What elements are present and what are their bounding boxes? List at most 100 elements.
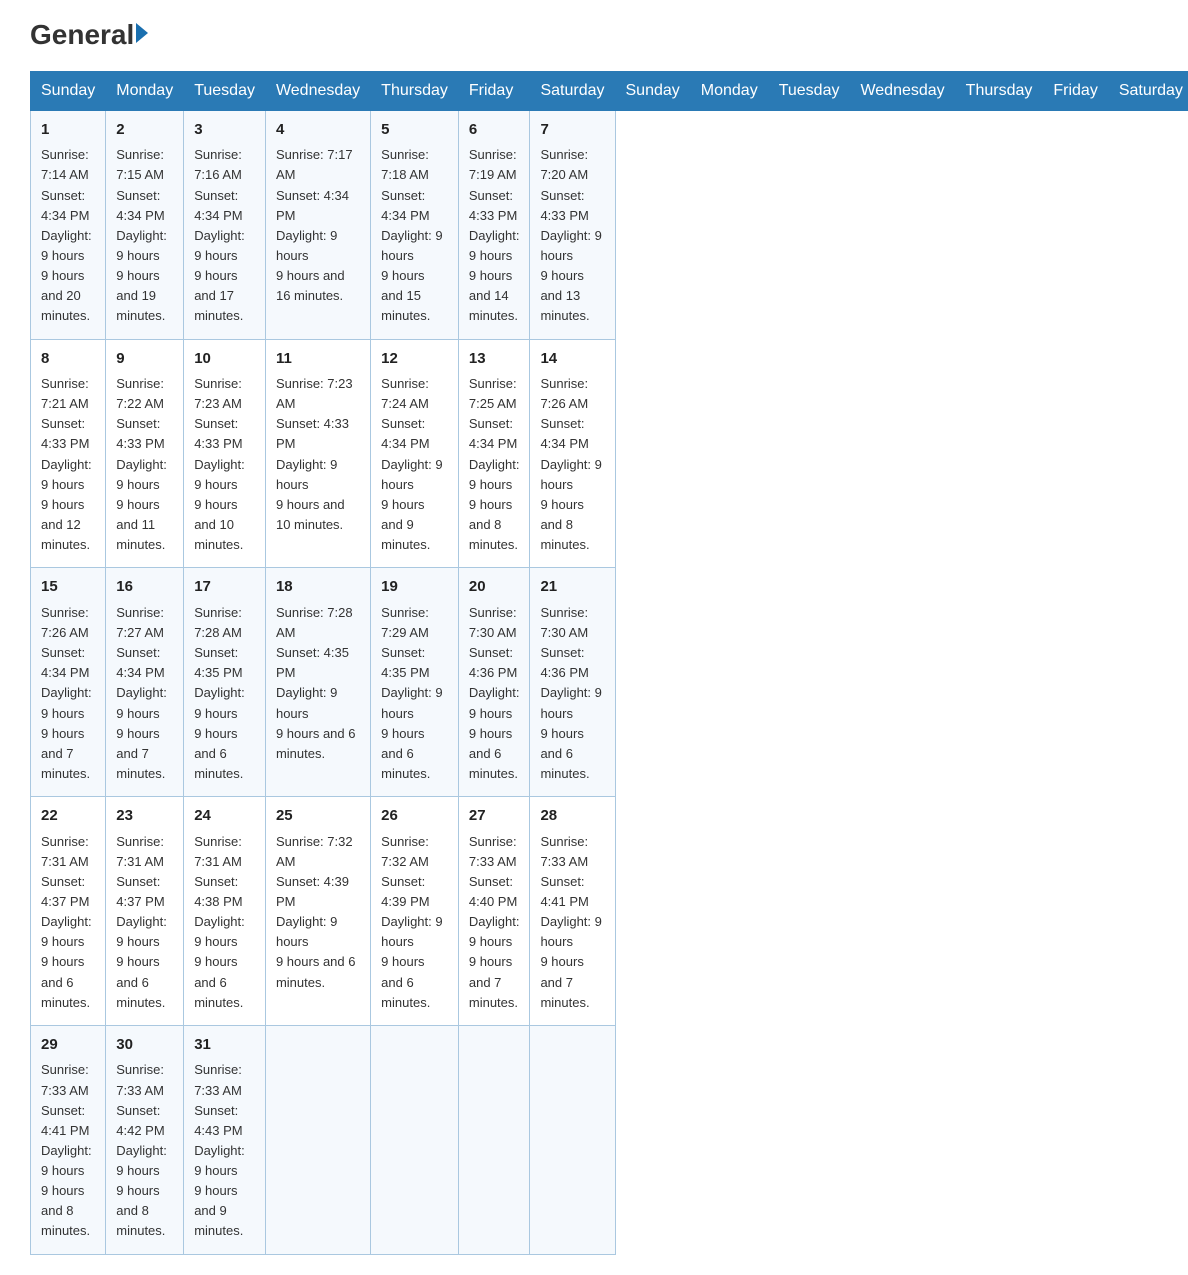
calendar-table: SundayMondayTuesdayWednesdayThursdayFrid… — [30, 71, 1188, 1255]
day-cell: 14 Sunrise: 7:26 AMSunset: 4:34 PMDayligh… — [530, 339, 615, 568]
day-cell: 31 Sunrise: 7:33 AMSunset: 4:43 PMDayligh… — [184, 1025, 266, 1254]
day-number: 31 — [194, 1034, 255, 1057]
day-number: 1 — [41, 119, 95, 142]
day-cell: 24 Sunrise: 7:31 AMSunset: 4:38 PMDayligh… — [184, 797, 266, 1026]
day-cell: 20 Sunrise: 7:30 AMSunset: 4:36 PMDayligh… — [458, 568, 530, 797]
day-info: Sunrise: 7:30 AMSunset: 4:36 PMDaylight:… — [540, 603, 604, 784]
day-number: 21 — [540, 576, 604, 599]
day-number: 27 — [469, 805, 520, 828]
day-info: Sunrise: 7:33 AMSunset: 4:42 PMDaylight:… — [116, 1060, 173, 1241]
day-number: 4 — [276, 119, 360, 142]
logo-arrow-icon — [136, 23, 148, 43]
day-info: Sunrise: 7:16 AMSunset: 4:34 PMDaylight:… — [194, 145, 255, 326]
day-cell: 9 Sunrise: 7:22 AMSunset: 4:33 PMDaylight… — [106, 339, 184, 568]
day-info: Sunrise: 7:33 AMSunset: 4:41 PMDaylight:… — [540, 832, 604, 1013]
col-header-sunday: Sunday — [615, 71, 690, 110]
week-row-5: 29 Sunrise: 7:33 AMSunset: 4:41 PMDayligh… — [31, 1025, 1188, 1254]
day-number: 12 — [381, 348, 448, 371]
week-row-3: 15 Sunrise: 7:26 AMSunset: 4:34 PMDayligh… — [31, 568, 1188, 797]
day-number: 3 — [194, 119, 255, 142]
day-number: 9 — [116, 348, 173, 371]
day-number: 7 — [540, 119, 604, 142]
day-number: 14 — [540, 348, 604, 371]
day-info: Sunrise: 7:15 AMSunset: 4:34 PMDaylight:… — [116, 145, 173, 326]
day-info: Sunrise: 7:26 AMSunset: 4:34 PMDaylight:… — [41, 603, 95, 784]
day-cell: 5Sunrise: 7:18 AMSunset: 4:34 PMDaylight… — [371, 110, 459, 339]
day-info: Sunrise: 7:29 AMSunset: 4:35 PMDaylight:… — [381, 603, 448, 784]
day-number: 16 — [116, 576, 173, 599]
day-info: Sunrise: 7:33 AMSunset: 4:43 PMDaylight:… — [194, 1060, 255, 1241]
logo-general: General — [30, 20, 134, 51]
day-info: Sunrise: 7:28 AMSunset: 4:35 PMDaylight:… — [276, 603, 360, 764]
col-header-thursday: Thursday — [955, 71, 1043, 110]
col-header-wednesday: Wednesday — [265, 71, 370, 110]
col-header-friday: Friday — [458, 71, 530, 110]
day-number: 29 — [41, 1034, 95, 1057]
day-cell — [265, 1025, 370, 1254]
col-header-tuesday: Tuesday — [768, 71, 850, 110]
day-info: Sunrise: 7:32 AMSunset: 4:39 PMDaylight:… — [381, 832, 448, 1013]
day-info: Sunrise: 7:33 AMSunset: 4:41 PMDaylight:… — [41, 1060, 95, 1241]
day-info: Sunrise: 7:30 AMSunset: 4:36 PMDaylight:… — [469, 603, 520, 784]
day-info: Sunrise: 7:27 AMSunset: 4:34 PMDaylight:… — [116, 603, 173, 784]
day-info: Sunrise: 7:24 AMSunset: 4:34 PMDaylight:… — [381, 374, 448, 555]
day-info: Sunrise: 7:32 AMSunset: 4:39 PMDaylight:… — [276, 832, 360, 993]
day-number: 15 — [41, 576, 95, 599]
day-number: 11 — [276, 348, 360, 371]
day-cell — [530, 1025, 615, 1254]
day-cell: 23 Sunrise: 7:31 AMSunset: 4:37 PMDayligh… — [106, 797, 184, 1026]
day-number: 13 — [469, 348, 520, 371]
day-number: 2 — [116, 119, 173, 142]
day-cell: 16 Sunrise: 7:27 AMSunset: 4:34 PMDayligh… — [106, 568, 184, 797]
day-cell: 12 Sunrise: 7:24 AMSunset: 4:34 PMDayligh… — [371, 339, 459, 568]
day-cell: 11 Sunrise: 7:23 AMSunset: 4:33 PMDayligh… — [265, 339, 370, 568]
week-row-1: 1 Sunrise: 7:14 AMSunset: 4:34 PMDaylight… — [31, 110, 1188, 339]
day-info: Sunrise: 7:31 AMSunset: 4:38 PMDaylight:… — [194, 832, 255, 1013]
day-info: Sunrise: 7:22 AMSunset: 4:33 PMDaylight:… — [116, 374, 173, 555]
day-info: Sunrise: 7:25 AMSunset: 4:34 PMDaylight:… — [469, 374, 520, 555]
day-number: 22 — [41, 805, 95, 828]
day-number: 18 — [276, 576, 360, 599]
day-cell: 25 Sunrise: 7:32 AMSunset: 4:39 PMDayligh… — [265, 797, 370, 1026]
col-header-saturday: Saturday — [1108, 71, 1188, 110]
week-row-2: 8 Sunrise: 7:21 AMSunset: 4:33 PMDaylight… — [31, 339, 1188, 568]
day-info: Sunrise: 7:17 AMSunset: 4:34 PMDaylight:… — [276, 145, 360, 306]
day-cell: 26 Sunrise: 7:32 AMSunset: 4:39 PMDayligh… — [371, 797, 459, 1026]
day-number: 23 — [116, 805, 173, 828]
day-info: Sunrise: 7:21 AMSunset: 4:33 PMDaylight:… — [41, 374, 95, 555]
header-row: SundayMondayTuesdayWednesdayThursdayFrid… — [31, 71, 1188, 110]
day-info: Sunrise: 7:23 AMSunset: 4:33 PMDaylight:… — [276, 374, 360, 535]
day-info: Sunrise: 7:19 AMSunset: 4:33 PMDaylight:… — [469, 145, 520, 326]
day-cell: 4 Sunrise: 7:17 AMSunset: 4:34 PMDaylight… — [265, 110, 370, 339]
day-info: Sunrise: 7:20 AMSunset: 4:33 PMDaylight:… — [540, 145, 604, 326]
col-header-saturday: Saturday — [530, 71, 615, 110]
day-cell: 21 Sunrise: 7:30 AMSunset: 4:36 PMDayligh… — [530, 568, 615, 797]
day-number: 8 — [41, 348, 95, 371]
day-cell: 19Sunrise: 7:29 AMSunset: 4:35 PMDayligh… — [371, 568, 459, 797]
day-cell: 13 Sunrise: 7:25 AMSunset: 4:34 PMDayligh… — [458, 339, 530, 568]
logo: General — [30, 20, 148, 51]
day-cell — [458, 1025, 530, 1254]
day-cell: 29 Sunrise: 7:33 AMSunset: 4:41 PMDayligh… — [31, 1025, 106, 1254]
col-header-sunday: Sunday — [31, 71, 106, 110]
day-number: 30 — [116, 1034, 173, 1057]
day-number: 25 — [276, 805, 360, 828]
day-number: 10 — [194, 348, 255, 371]
day-cell: 6 Sunrise: 7:19 AMSunset: 4:33 PMDaylight… — [458, 110, 530, 339]
day-info: Sunrise: 7:26 AMSunset: 4:34 PMDaylight:… — [540, 374, 604, 555]
day-number: 20 — [469, 576, 520, 599]
day-info: Sunrise: 7:18 AMSunset: 4:34 PMDaylight:… — [381, 145, 448, 326]
day-number: 24 — [194, 805, 255, 828]
day-number: 26 — [381, 805, 448, 828]
day-cell: 28Sunrise: 7:33 AMSunset: 4:41 PMDayligh… — [530, 797, 615, 1026]
day-info: Sunrise: 7:28 AMSunset: 4:35 PMDaylight:… — [194, 603, 255, 784]
day-info: Sunrise: 7:31 AMSunset: 4:37 PMDaylight:… — [116, 832, 173, 1013]
day-info: Sunrise: 7:14 AMSunset: 4:34 PMDaylight:… — [41, 145, 95, 326]
page-header: General — [30, 20, 1158, 51]
day-info: Sunrise: 7:23 AMSunset: 4:33 PMDaylight:… — [194, 374, 255, 555]
day-cell: 2 Sunrise: 7:15 AMSunset: 4:34 PMDaylight… — [106, 110, 184, 339]
day-number: 6 — [469, 119, 520, 142]
day-info: Sunrise: 7:33 AMSunset: 4:40 PMDaylight:… — [469, 832, 520, 1013]
day-cell: 10 Sunrise: 7:23 AMSunset: 4:33 PMDayligh… — [184, 339, 266, 568]
week-row-4: 22 Sunrise: 7:31 AMSunset: 4:37 PMDayligh… — [31, 797, 1188, 1026]
